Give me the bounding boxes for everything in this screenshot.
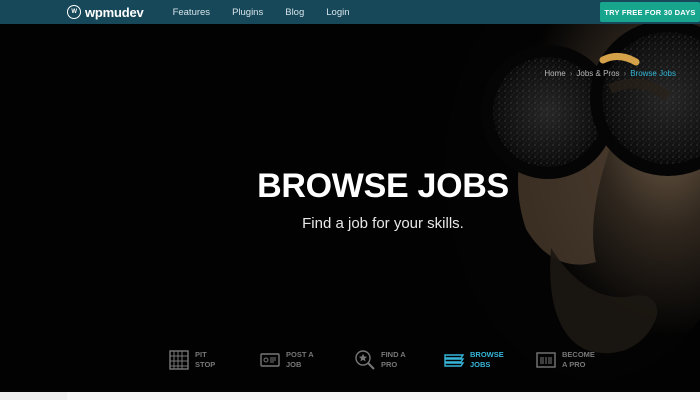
breadcrumb-home[interactable]: Home xyxy=(544,69,565,78)
breadcrumb-current: Browse Jobs xyxy=(630,69,676,78)
brand-name: wpmudev xyxy=(85,4,144,20)
breadcrumb: Home › Jobs & Pros › Browse Jobs xyxy=(544,69,676,78)
jobnav-label: POST A JOB xyxy=(286,350,314,369)
page-title: BROWSE JOBS xyxy=(257,167,509,205)
browse-jobs-icon xyxy=(444,354,465,367)
pit-stop-icon xyxy=(169,350,189,370)
nav-blog[interactable]: Blog xyxy=(285,7,304,18)
breadcrumb-separator: › xyxy=(623,69,627,78)
jobnav-post-job[interactable]: POST A JOB xyxy=(259,349,314,371)
content-area-edge xyxy=(0,392,700,400)
jobnav-become-pro[interactable]: BECOME A PRO xyxy=(535,349,595,371)
breadcrumb-jobs-pros[interactable]: Jobs & Pros xyxy=(576,69,619,78)
jobnav-pit-stop[interactable]: PIT STOP xyxy=(168,349,215,371)
jobnav-label: FIND A PRO xyxy=(381,350,406,369)
trial-cta-button[interactable]: TRY FREE FOR 30 DAYS xyxy=(600,2,700,22)
jobs-subnav: PIT STOP POST A JOB FIND A PRO BROWSE JO… xyxy=(0,349,700,389)
page-subtitle: Find a job for your skills. xyxy=(302,215,464,232)
hero-background-image xyxy=(0,24,700,392)
main-nav: Features Plugins Blog Login xyxy=(173,7,372,18)
brand-logo[interactable]: W wpmudev xyxy=(67,5,144,20)
nav-login[interactable]: Login xyxy=(326,7,349,18)
jobnav-find-pro[interactable]: FIND A PRO xyxy=(354,349,406,371)
jobnav-browse-jobs[interactable]: BROWSE JOBS xyxy=(443,349,504,371)
jobnav-label: BROWSE JOBS xyxy=(470,350,504,369)
hero-section: Home › Jobs & Pros › Browse Jobs BROWSE … xyxy=(0,24,700,392)
wpmudev-logo-icon: W xyxy=(67,5,81,19)
breadcrumb-separator: › xyxy=(569,69,573,78)
jobnav-label: BECOME A PRO xyxy=(562,350,595,369)
nav-features[interactable]: Features xyxy=(173,7,211,18)
become-pro-icon xyxy=(536,352,556,368)
find-pro-icon xyxy=(355,350,375,370)
nav-plugins[interactable]: Plugins xyxy=(232,7,263,18)
jobnav-label: PIT STOP xyxy=(195,350,216,369)
post-job-icon xyxy=(260,353,280,367)
top-navigation-bar: W wpmudev Features Plugins Blog Login TR… xyxy=(0,0,700,24)
